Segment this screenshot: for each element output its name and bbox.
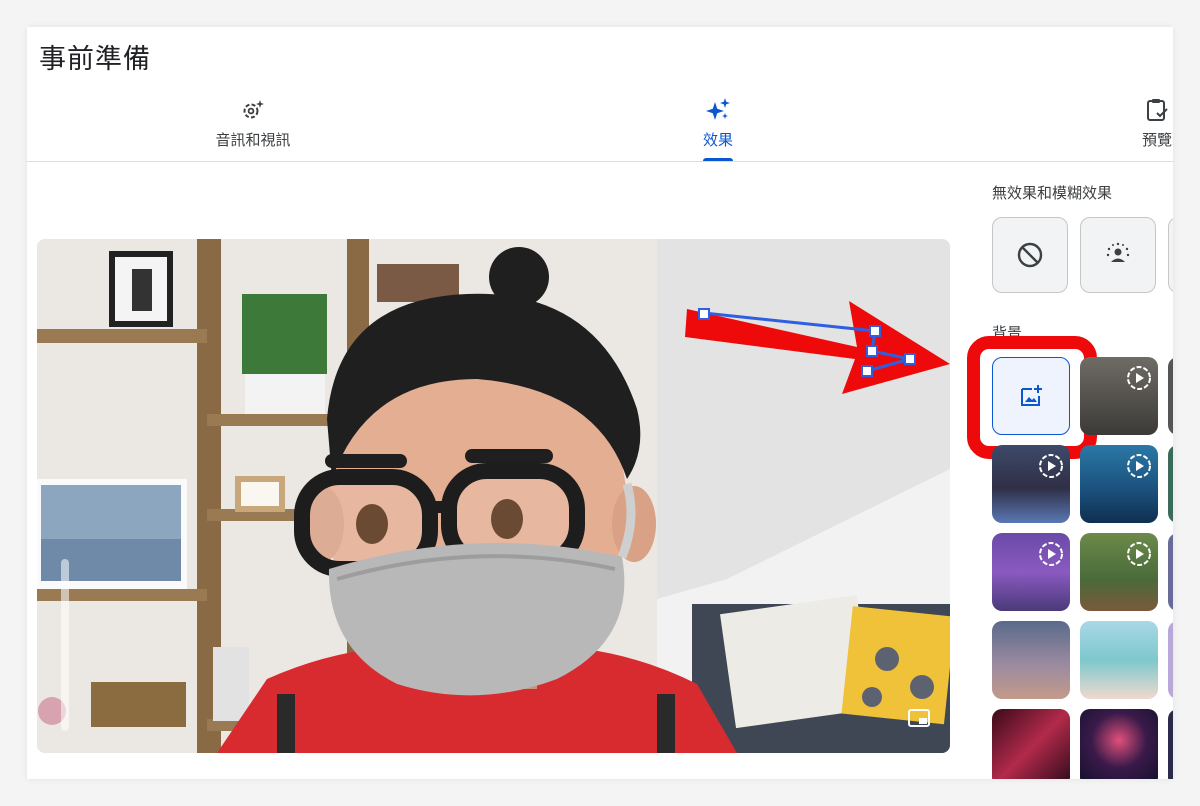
settings-sparkle-icon xyxy=(243,100,264,119)
background-tile-green[interactable] xyxy=(1168,445,1173,523)
background-tile-purple-room[interactable] xyxy=(992,533,1070,611)
camera-preview xyxy=(37,239,950,753)
picture-in-picture-icon[interactable] xyxy=(908,709,930,727)
background-tile-forest[interactable] xyxy=(1080,533,1158,611)
tab-preview-label: 預覽 xyxy=(1141,132,1172,149)
page-title: 事前準備 xyxy=(39,44,151,74)
background-tile-blue-purple[interactable] xyxy=(1168,533,1173,611)
background-tile-dusk[interactable] xyxy=(992,621,1070,699)
play-circle-icon xyxy=(1039,542,1063,566)
no-effect-button[interactable] xyxy=(992,217,1068,293)
background-tile-underwater[interactable] xyxy=(1080,445,1158,523)
prep-dialog: 事前準備 音訊和視訊 效果 預覽 無效果和模糊效果 背景 xyxy=(27,27,1173,779)
tab-audio-video[interactable]: 音訊和視訊 xyxy=(173,87,333,161)
tab-effects[interactable]: 效果 xyxy=(678,87,758,161)
tab-bar: 音訊和視訊 效果 預覽 xyxy=(27,87,1173,162)
person-blur-icon xyxy=(1106,242,1130,262)
annotation-highlight-box xyxy=(967,336,1097,459)
background-tile-space-cabin[interactable] xyxy=(992,445,1070,523)
background-tile-beach[interactable] xyxy=(1080,621,1158,699)
background-scene-image xyxy=(37,239,950,753)
block-icon xyxy=(1017,242,1043,268)
play-circle-icon xyxy=(1127,454,1151,478)
background-tile-gray[interactable] xyxy=(1168,357,1173,435)
active-tab-indicator xyxy=(703,158,733,161)
sparkle-icon xyxy=(706,98,730,120)
background-tile-dark[interactable] xyxy=(1168,709,1173,779)
play-circle-icon xyxy=(1127,542,1151,566)
play-circle-icon xyxy=(1127,366,1151,390)
tab-audio-video-label: 音訊和視訊 xyxy=(215,132,291,149)
brightness-slider[interactable] xyxy=(61,559,69,731)
play-circle-icon xyxy=(1039,454,1063,478)
blur-background-button[interactable] xyxy=(1080,217,1156,293)
tab-preview[interactable]: 預覽 xyxy=(1127,87,1173,161)
background-tile-fireworks[interactable] xyxy=(1080,709,1158,779)
background-tile-nebula[interactable] xyxy=(992,709,1070,779)
tab-effects-label: 效果 xyxy=(702,132,733,149)
background-tile-lavender[interactable] xyxy=(1168,621,1173,699)
background-tile-library[interactable] xyxy=(1080,357,1158,435)
more-effect-button[interactable] xyxy=(1168,217,1173,293)
blur-section-label: 無效果和模糊效果 xyxy=(992,185,1113,202)
clipboard-check-icon xyxy=(1147,99,1168,121)
